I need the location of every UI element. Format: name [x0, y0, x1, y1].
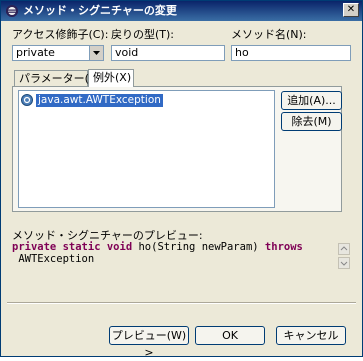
signature-preview: private static void ho(String newParam) … [12, 241, 352, 273]
list-item[interactable]: java.awt.AWTException [21, 93, 163, 107]
title-bar[interactable]: メソッド・シグニチャーの変更 ✕ [1, 1, 362, 21]
signature-middle: ho(String newParam) [132, 241, 265, 253]
eclipse-icon [5, 4, 19, 18]
keyword-static: static [62, 241, 101, 253]
method-name-label: メソッド名(N): [231, 28, 307, 41]
tab-exceptions[interactable]: 例外(X) [88, 69, 134, 87]
access-modifier-label: アクセス修飾子(C): [12, 28, 109, 41]
signature-line-2: AWTException [12, 253, 95, 265]
keyword-throws: throws [264, 241, 303, 253]
return-type-label: 戻りの型(T): [111, 28, 175, 41]
access-modifier-value: private [16, 46, 55, 59]
ok-button[interactable]: OK [195, 326, 265, 345]
exception-name: java.awt.AWTException [36, 93, 163, 107]
method-name-field[interactable]: ho [231, 45, 351, 61]
divider [7, 302, 356, 304]
keyword-void: void [106, 241, 133, 253]
dialog-title: メソッド・シグニチャーの変更 [23, 4, 177, 17]
exceptions-list[interactable]: java.awt.AWTException [18, 90, 275, 208]
close-icon[interactable]: ✕ [343, 3, 359, 17]
scroll-down-icon[interactable] [338, 257, 350, 269]
add-button[interactable]: 追加(A)... [281, 91, 342, 110]
tab-parameters[interactable]: パラメーター(R) [14, 70, 101, 86]
access-modifier-select[interactable]: private [12, 45, 104, 61]
scroll-up-icon[interactable] [338, 243, 350, 255]
exceptions-panel: java.awt.AWTException 追加(A)... 除去(M) [12, 86, 342, 212]
remove-button[interactable]: 除去(M) [281, 112, 342, 131]
preview-button[interactable]: プレビュー(W) > [109, 326, 189, 359]
preview-scrollbar[interactable] [338, 243, 350, 271]
return-type-field[interactable]: void [111, 45, 225, 61]
keyword-private: private [12, 241, 57, 253]
change-method-signature-dialog: メソッド・シグニチャーの変更 ✕ アクセス修飾子(C): 戻りの型(T): メソ… [0, 0, 363, 359]
signature-line-1: private static void ho(String newParam) … [12, 241, 352, 253]
chevron-down-icon[interactable] [89, 46, 103, 60]
cancel-button[interactable]: キャンセル [276, 326, 346, 345]
class-icon [21, 94, 33, 106]
